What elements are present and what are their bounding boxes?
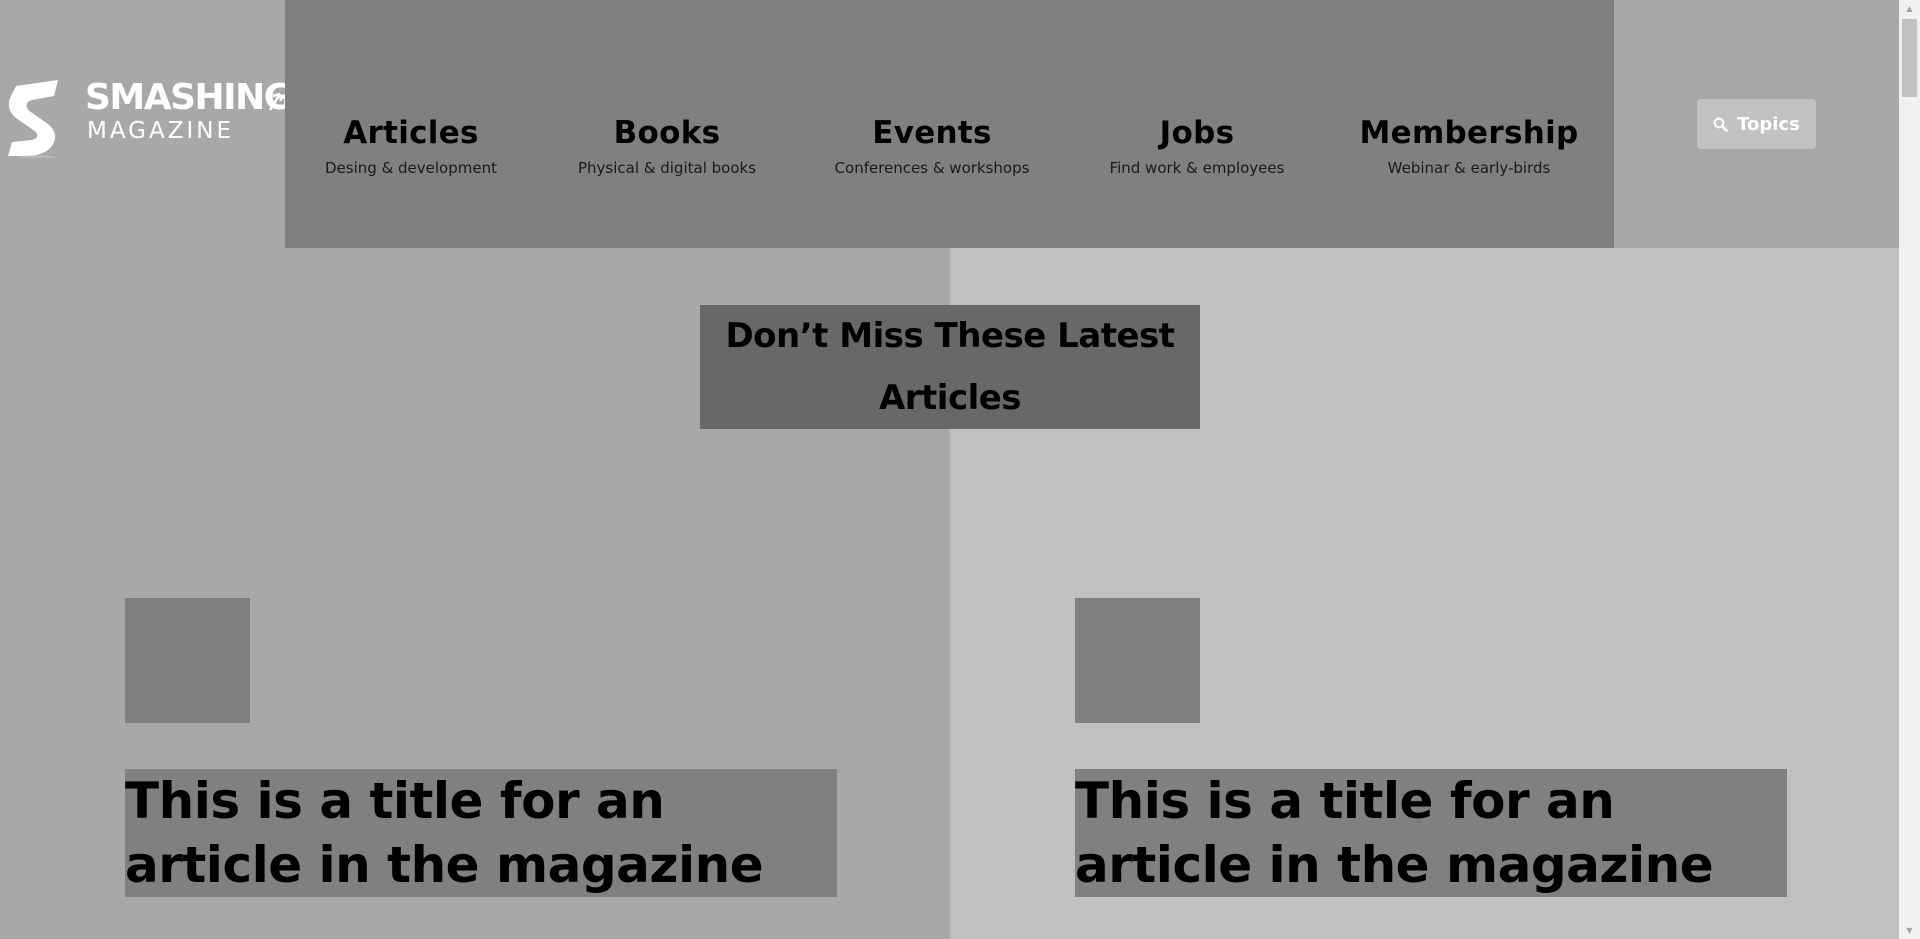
article-thumbnail[interactable] (1075, 598, 1200, 723)
article-thumbnail[interactable] (125, 598, 250, 723)
nav-label: Jobs (1159, 115, 1235, 151)
scroll-down-icon[interactable]: ▼ (1899, 922, 1920, 939)
main-nav: Articles Desing & development Books Phys… (285, 0, 1614, 248)
smashing-s-icon (8, 80, 62, 158)
logo-arrow-icon (268, 92, 283, 111)
scrollbar-thumb[interactable] (1902, 19, 1917, 97)
section-title: Don’t Miss These Latest Articles (700, 305, 1200, 429)
nav-label: Articles (343, 115, 479, 151)
nav-item-books[interactable]: Books Physical & digital books (578, 113, 756, 178)
article-title[interactable]: This is a title for an article in the ma… (1075, 769, 1787, 897)
nav-description: Desing & development (325, 159, 497, 177)
nav-description: Conferences & workshops (834, 159, 1030, 177)
nav-label: Events (872, 115, 992, 151)
scroll-up-icon[interactable]: ▲ (1899, 0, 1920, 17)
article-title[interactable]: This is a title for an article in the ma… (125, 769, 837, 897)
nav-label: Books (613, 115, 721, 151)
logo-title: SMASHING (85, 77, 293, 118)
search-icon (1713, 117, 1728, 132)
nav-description: Find work & employees (1109, 159, 1285, 177)
nav-item-membership[interactable]: Membership Webinar & early-birds (1359, 113, 1578, 178)
site-header: SMASHING MAGAZINE Articles Desing & deve… (0, 0, 1899, 248)
nav-item-jobs[interactable]: Jobs Find work & employees (1110, 113, 1285, 178)
topics-button[interactable]: Topics (1697, 99, 1816, 149)
nav-description: Physical & digital books (577, 159, 757, 177)
nav-description: Webinar & early-birds (1387, 159, 1551, 177)
nav-item-articles[interactable]: Articles Desing & development (325, 113, 497, 178)
smashing-logo[interactable]: SMASHING MAGAZINE (0, 72, 293, 182)
vertical-scrollbar[interactable]: ▲ ▼ (1899, 0, 1920, 939)
nav-item-events[interactable]: Events Conferences & workshops (835, 113, 1030, 178)
logo-subtitle: MAGAZINE (87, 118, 235, 144)
topics-label: Topics (1737, 113, 1800, 135)
nav-label: Membership (1359, 115, 1579, 151)
